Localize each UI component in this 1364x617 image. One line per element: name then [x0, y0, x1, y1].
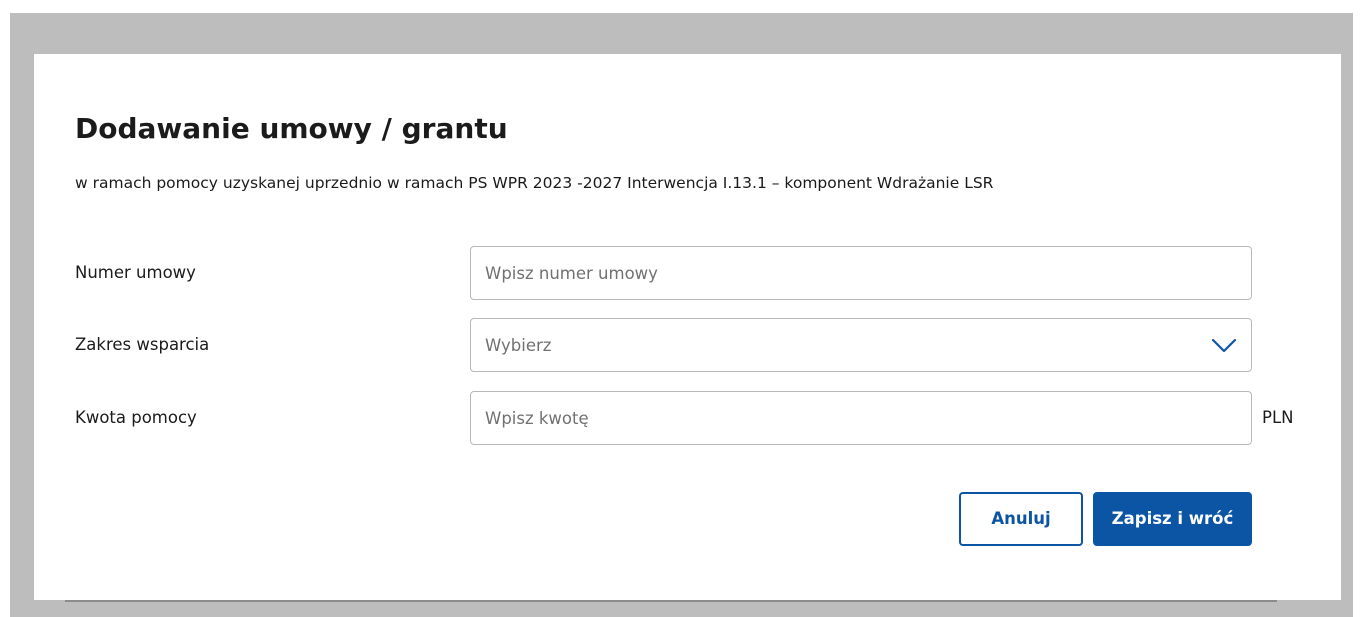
aid-amount-input[interactable]: [470, 391, 1252, 445]
dialog-subtitle: w ramach pomocy uzyskanej uprzednio w ra…: [75, 174, 994, 192]
background-divider: [65, 600, 1277, 602]
contract-number-row: Numer umowy: [34, 246, 1341, 300]
support-scope-select[interactable]: Wybierz: [470, 318, 1252, 372]
background-content-peek: [280, 13, 400, 15]
aid-amount-label: Kwota pomocy: [75, 408, 197, 427]
save-and-return-button[interactable]: Zapisz i wróć: [1093, 492, 1252, 546]
add-contract-dialog: Dodawanie umowy / grantu w ramach pomocy…: [34, 54, 1341, 600]
cancel-button[interactable]: Anuluj: [959, 492, 1083, 546]
currency-unit: PLN: [1262, 408, 1294, 427]
support-scope-label: Zakres wsparcia: [75, 335, 210, 354]
support-scope-row: Zakres wsparcia Wybierz: [34, 318, 1341, 372]
dialog-title: Dodawanie umowy / grantu: [75, 112, 508, 145]
support-scope-selected-value: Wybierz: [485, 336, 552, 355]
chevron-down-icon: [1211, 338, 1237, 353]
contract-number-label: Numer umowy: [75, 263, 196, 282]
contract-number-input[interactable]: [470, 246, 1252, 300]
aid-amount-row: Kwota pomocy PLN: [34, 391, 1341, 445]
